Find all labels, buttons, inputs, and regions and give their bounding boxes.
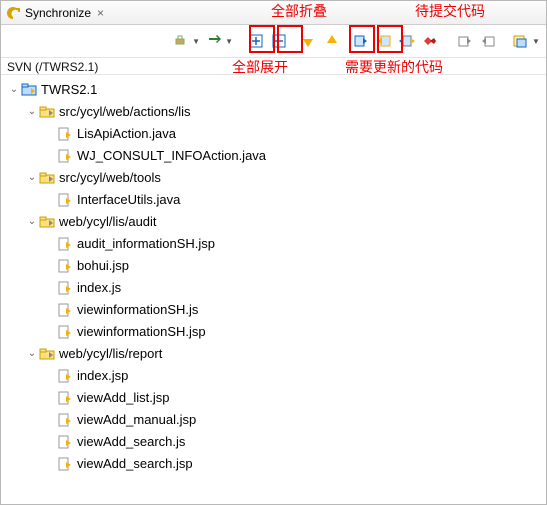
outgoing-mode-button[interactable] bbox=[374, 31, 393, 51]
tree-label: src/ycyl/web/tools bbox=[59, 167, 161, 189]
conflicts-mode-button[interactable] bbox=[420, 31, 439, 51]
tree-row-file[interactable]: index.jsp bbox=[7, 365, 546, 387]
twisty-icon[interactable]: ⌄ bbox=[25, 343, 39, 365]
file-out-icon bbox=[57, 280, 73, 296]
tree-row-file[interactable]: viewinformationSH.jsp bbox=[7, 321, 546, 343]
tree-label: viewAdd_manual.jsp bbox=[77, 409, 196, 431]
file-out-icon bbox=[57, 258, 73, 274]
tree-row-folder[interactable]: ⌄ web/ycyl/lis/report bbox=[7, 343, 546, 365]
tree-row-file[interactable]: viewinformationSH.js bbox=[7, 299, 546, 321]
tree-row-file[interactable]: WJ_CONSULT_INFOAction.java bbox=[7, 145, 546, 167]
folder-icon bbox=[39, 346, 55, 362]
changeset-button[interactable] bbox=[511, 31, 530, 51]
synchronize-icon bbox=[5, 5, 21, 21]
twisty-icon[interactable]: ⌄ bbox=[25, 211, 39, 233]
changeset-dropdown-caret-icon[interactable]: ▼ bbox=[532, 37, 540, 46]
breadcrumb-text: SVN (/TWRS2.1) bbox=[7, 60, 98, 74]
annotation-pending-commit: 待提交代码 bbox=[415, 1, 485, 21]
tree-label: InterfaceUtils.java bbox=[77, 189, 180, 211]
prev-diff-button[interactable] bbox=[322, 31, 341, 51]
tree-label: viewinformationSH.jsp bbox=[77, 321, 206, 343]
folder-icon bbox=[39, 214, 55, 230]
commit-button[interactable] bbox=[478, 31, 497, 51]
file-out-icon bbox=[57, 126, 73, 142]
tree-label: viewAdd_search.jsp bbox=[77, 453, 193, 475]
tree-row-file[interactable]: viewAdd_search.jsp bbox=[7, 453, 546, 475]
folder-icon bbox=[39, 104, 55, 120]
tree-row-file[interactable]: viewAdd_manual.jsp bbox=[7, 409, 546, 431]
tree-label: web/ycyl/lis/audit bbox=[59, 211, 157, 233]
annotation-collapse-all: 全部折叠 bbox=[271, 1, 327, 21]
tree-row-file[interactable]: LisApiAction.java bbox=[7, 123, 546, 145]
update-button[interactable] bbox=[455, 31, 474, 51]
tree-label: viewinformationSH.js bbox=[77, 299, 198, 321]
tree-label: audit_informationSH.jsp bbox=[77, 233, 215, 255]
synchronize-button[interactable] bbox=[204, 31, 223, 51]
twisty-icon[interactable]: ⌄ bbox=[25, 101, 39, 123]
file-out-icon bbox=[57, 148, 73, 164]
tree-label: LisApiAction.java bbox=[77, 123, 176, 145]
annotation-needs-update: 需要更新的代码 bbox=[345, 57, 443, 77]
annotation-expand-all: 全部展开 bbox=[232, 57, 288, 77]
file-out-icon bbox=[57, 390, 73, 406]
file-out-icon bbox=[57, 324, 73, 340]
file-out-icon bbox=[57, 368, 73, 384]
file-out-icon bbox=[57, 456, 73, 472]
tree-row-folder[interactable]: ⌄ web/ycyl/lis/audit bbox=[7, 211, 546, 233]
tree-label: index.jsp bbox=[77, 365, 128, 387]
tree-row-folder[interactable]: ⌄ src/ycyl/web/actions/lis bbox=[7, 101, 546, 123]
tree-label: viewAdd_list.jsp bbox=[77, 387, 170, 409]
next-diff-button[interactable] bbox=[299, 31, 318, 51]
twisty-icon[interactable]: ⌄ bbox=[25, 167, 39, 189]
tree-label: viewAdd_search.js bbox=[77, 431, 185, 453]
tree-label: bohui.jsp bbox=[77, 255, 129, 277]
view-tab-label: Synchronize bbox=[25, 6, 91, 20]
tree-row-root[interactable]: ⌄ TWRS2.1 bbox=[7, 79, 546, 101]
expand-all-button[interactable] bbox=[247, 31, 266, 51]
synchronize-dropdown-caret-icon[interactable]: ▼ bbox=[225, 37, 233, 46]
sync-toolbar: ▼ ▼ ▼ bbox=[1, 25, 546, 57]
tree-label: web/ycyl/lis/report bbox=[59, 343, 162, 365]
folder-icon bbox=[39, 170, 55, 186]
project-icon bbox=[21, 82, 37, 98]
tree-label: index.js bbox=[77, 277, 121, 299]
file-out-icon bbox=[57, 192, 73, 208]
tree-label: TWRS2.1 bbox=[41, 79, 97, 101]
incoming-mode-button[interactable] bbox=[351, 31, 370, 51]
both-mode-button[interactable] bbox=[397, 31, 416, 51]
tree-row-file[interactable]: audit_informationSH.jsp bbox=[7, 233, 546, 255]
tree-label: WJ_CONSULT_INFOAction.java bbox=[77, 145, 266, 167]
file-out-icon bbox=[57, 236, 73, 252]
tree-row-folder[interactable]: ⌄ src/ycyl/web/tools bbox=[7, 167, 546, 189]
tree-row-file[interactable]: index.js bbox=[7, 277, 546, 299]
sync-tree: ⌄TWRS2.1⌄src/ycyl/web/actions/lisLisApiA… bbox=[1, 75, 546, 479]
tree-label: src/ycyl/web/actions/lis bbox=[59, 101, 190, 123]
view-tab-close-icon[interactable]: × bbox=[97, 6, 104, 20]
file-out-icon bbox=[57, 434, 73, 450]
tree-row-file[interactable]: viewAdd_list.jsp bbox=[7, 387, 546, 409]
tree-row-file[interactable]: InterfaceUtils.java bbox=[7, 189, 546, 211]
pin-dropdown-caret-icon[interactable]: ▼ bbox=[192, 37, 200, 46]
file-out-icon bbox=[57, 302, 73, 318]
pin-button[interactable] bbox=[171, 31, 190, 51]
tree-row-file[interactable]: viewAdd_search.js bbox=[7, 431, 546, 453]
file-out-icon bbox=[57, 412, 73, 428]
twisty-icon[interactable]: ⌄ bbox=[7, 79, 21, 101]
collapse-all-button[interactable] bbox=[270, 31, 289, 51]
tree-row-file[interactable]: bohui.jsp bbox=[7, 255, 546, 277]
